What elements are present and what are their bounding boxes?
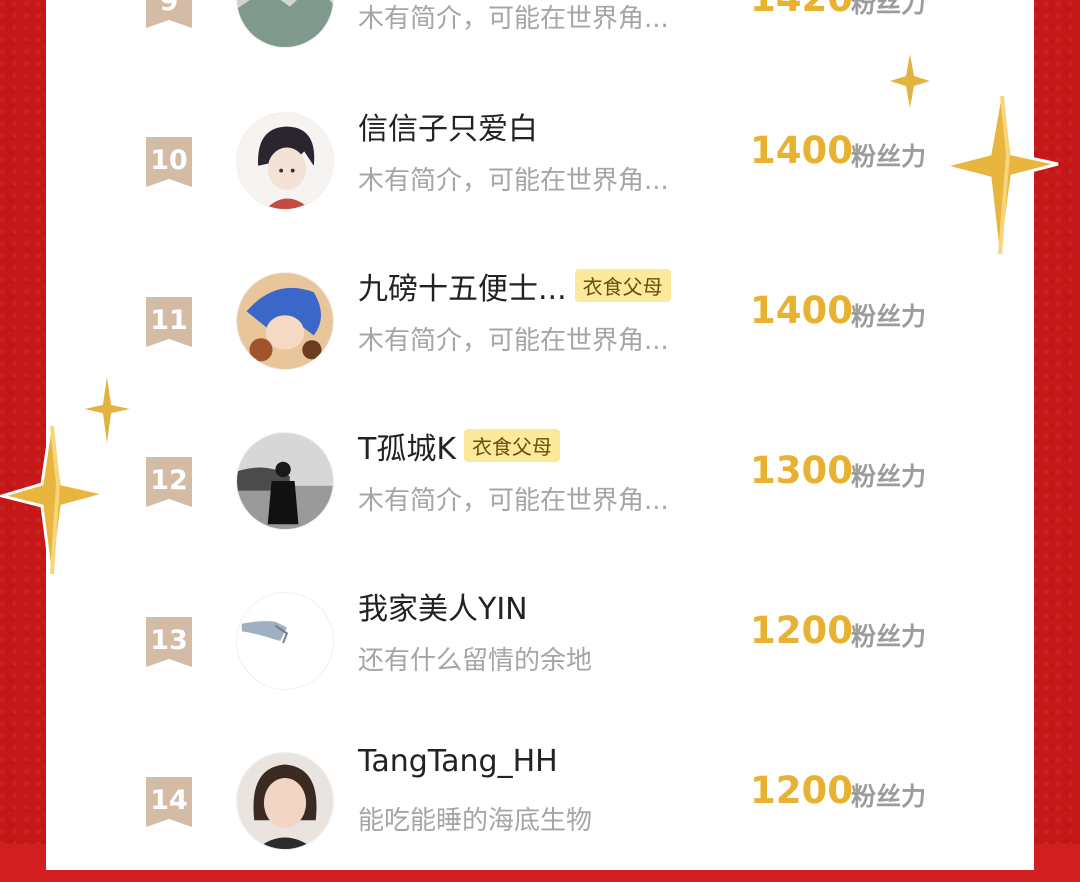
rank-badge: 13 (146, 617, 192, 667)
user-bio: 木有简介，可能在世界角... (358, 4, 669, 34)
gold-sparkle-icon (942, 85, 1059, 267)
fan-score-unit: 粉丝力 (851, 142, 927, 171)
fan-score: 1420 (750, 0, 853, 20)
user-name-text[interactable]: 九磅十五便士... (358, 272, 567, 307)
hand-sketch-avatar[interactable] (236, 592, 334, 690)
fan-score-unit: 粉丝力 (851, 782, 927, 811)
leaderboard-row[interactable]: 11 九磅十五便士... 衣食父母 木有简介，可能在世界角... 1400 粉丝力 (46, 242, 1034, 402)
rank-badge: 9 (146, 0, 192, 28)
user-name[interactable]: 九磅十五便士... 衣食父母 (358, 264, 671, 308)
user-name[interactable]: 信信子只爱白 (358, 104, 538, 148)
leaderboard-row[interactable]: 12 T孤城K 衣食父母 木有简介，可能在世界角... 1300 粉丝力 (46, 402, 1034, 562)
rank-badge: 10 (146, 137, 192, 187)
user-name[interactable]: TangTang_HH (358, 744, 558, 779)
cartoon-girl-avatar[interactable] (236, 272, 334, 370)
leaderboard-row[interactable]: 14 TangTang_HH 能吃能睡的海底生物 1200 粉丝力 (46, 722, 1034, 882)
user-name-text[interactable]: 信信子只爱白 (358, 112, 538, 147)
user-bio: 木有简介，可能在世界角... (358, 166, 669, 196)
anime-boy-avatar[interactable] (236, 112, 334, 210)
user-name[interactable]: T孤城K 衣食父母 (358, 424, 560, 468)
fan-score-unit: 粉丝力 (851, 302, 927, 331)
fan-score: 1400 (750, 289, 853, 332)
fan-score-unit: 粉丝力 (851, 462, 927, 491)
user-bio: 能吃能睡的海底生物 (358, 806, 593, 836)
leaderboard-row[interactable]: 13 我家美人YIN 还有什么留情的余地 1200 粉丝力 (46, 562, 1034, 722)
rank-badge: 11 (146, 297, 192, 347)
landscape-avatar[interactable] (236, 0, 334, 48)
gold-sparkle-icon (890, 54, 930, 108)
user-name-text[interactable]: T孤城K (358, 432, 456, 467)
rank-badge: 14 (146, 777, 192, 827)
patron-badge: 衣食父母 (464, 429, 560, 462)
leaderboard-panel: 9 木有简介，可能在世界角... 1420 粉丝力 10 信信子只爱白 木有简介… (46, 0, 1034, 870)
fan-score-unit: 粉丝力 (851, 0, 927, 18)
user-name-text[interactable]: TangTang_HH (358, 744, 558, 779)
user-bio: 木有简介，可能在世界角... (358, 486, 669, 516)
fan-score-unit: 粉丝力 (851, 622, 927, 651)
gold-sparkle-icon (80, 370, 134, 450)
fan-score: 1400 (750, 129, 853, 172)
bw-photo-avatar[interactable] (236, 432, 334, 530)
fan-score: 1300 (750, 449, 853, 492)
user-bio: 木有简介，可能在世界角... (358, 326, 669, 356)
user-name[interactable]: 我家美人YIN (358, 584, 528, 628)
user-bio: 还有什么留情的余地 (358, 646, 593, 676)
leaderboard-row[interactable]: 10 信信子只爱白 木有简介，可能在世界角... 1400 粉丝力 (46, 82, 1034, 242)
user-name-text[interactable]: 我家美人YIN (358, 592, 528, 627)
woman-photo-avatar[interactable] (236, 752, 334, 850)
fan-score: 1200 (750, 609, 853, 652)
patron-badge: 衣食父母 (574, 269, 671, 302)
rank-badge: 12 (146, 457, 192, 507)
fan-score: 1200 (750, 769, 853, 812)
leaderboard-row[interactable]: 9 木有简介，可能在世界角... 1420 粉丝力 (46, 0, 1034, 80)
